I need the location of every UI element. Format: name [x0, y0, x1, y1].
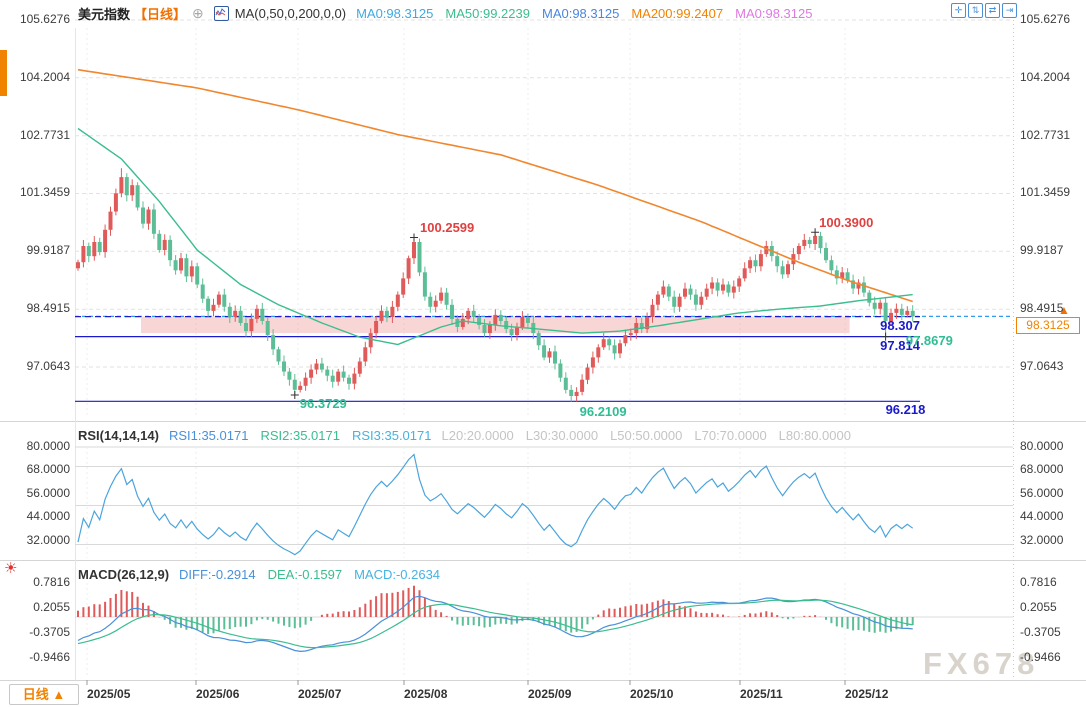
rsi-level-label: L70:70.0000: [694, 428, 766, 443]
macd-axis-left-label: 0.7816: [0, 575, 70, 590]
rsi-level-label: L50:50.0000: [610, 428, 682, 443]
date-label: 2025/05: [87, 687, 130, 701]
price-annotation: 97.8679: [906, 334, 953, 348]
indicator-value: MA0:98.3125: [735, 6, 812, 21]
indicator-value: RSI2:35.0171: [260, 428, 340, 443]
macd-values: DIFF:-0.2914 DEA:-0.1597 MACD:-0.2634: [179, 567, 440, 582]
candles-down: [87, 177, 915, 396]
symbol-title: 美元指数: [78, 4, 130, 23]
date-label: 2025/12: [845, 687, 888, 701]
add-compare-icon[interactable]: ⊕: [192, 5, 204, 22]
period-selector[interactable]: 日线 ▲: [9, 684, 79, 705]
main-axis-right-label: 98.4915: [1020, 301, 1063, 316]
main-axis-left-label: 102.7731: [0, 128, 70, 143]
main-axis-left-label: 104.2004: [0, 70, 70, 85]
chart-toolbar: ✛⇅⇄⇥: [951, 3, 1017, 18]
macd-axis-right-label: 0.2055: [1020, 600, 1057, 615]
price-annotation: 96.218: [886, 403, 926, 417]
main-axis-left-label: 98.4915: [0, 301, 70, 316]
macd-axis-left-label: -0.3705: [0, 625, 70, 640]
date-label: 2025/06: [196, 687, 239, 701]
main-axis-left-label: 101.3459: [0, 185, 70, 200]
last-price-box: 98.3125: [1016, 317, 1080, 334]
period-tag: 【日线】: [134, 4, 186, 23]
date-label: 2025/07: [298, 687, 341, 701]
rsi-level-label: L20:20.0000: [441, 428, 513, 443]
macd-axis-right-label: 0.7816: [1020, 575, 1057, 590]
rsi-axis-left-label: 68.0000: [0, 462, 70, 477]
macd-title: MACD(26,12,9): [78, 567, 169, 582]
macd-header: MACD(26,12,9) DIFF:-0.2914 DEA:-0.1597 MAC…: [78, 567, 440, 582]
date-label: 2025/11: [740, 687, 783, 701]
main-axis-right-label: 97.0643: [1020, 359, 1063, 374]
date-label: 2025/09: [528, 687, 571, 701]
rsi-levels: L20:20.0000 L30:30.0000 L50:50.0000 L70:70.…: [441, 428, 850, 443]
date-label: 2025/10: [630, 687, 673, 701]
macd-axis-left-label: -0.9466: [0, 650, 70, 665]
indicator-value: MA0:98.3125: [542, 6, 619, 21]
indicator-value: MA50:99.2239: [445, 6, 530, 21]
rsi-axis-left-label: 32.0000: [0, 533, 70, 548]
price-annotation: 98.307: [880, 319, 920, 333]
candlestick-canvas[interactable]: [0, 0, 1086, 707]
rsi-axis-right-label: 68.0000: [1020, 462, 1063, 477]
main-axis-left-label: 105.6276: [0, 12, 70, 27]
price-annotation: 100.3900: [819, 216, 873, 230]
rsi-line: [78, 455, 913, 555]
price-annotation: 100.2599: [420, 221, 474, 235]
main-axis-left-label: 97.0643: [0, 359, 70, 374]
rsi-axis-left-label: 56.0000: [0, 486, 70, 501]
indicator-value: MA0:98.3125: [356, 6, 433, 21]
main-axis-right-label: 105.6276: [1020, 12, 1070, 27]
rsi-axis-right-label: 80.0000: [1020, 439, 1063, 454]
main-axis-right-label: 99.9187: [1020, 243, 1063, 258]
main-axis-left-label: 99.9187: [0, 243, 70, 258]
chart-header: 美元指数 【日线】 ⊕ MA(0,50,0,200,0,0) MA0:98.31…: [78, 4, 812, 23]
indicator-value: MA200:99.2407: [631, 6, 723, 21]
rsi-axis-right-label: 32.0000: [1020, 533, 1063, 548]
rsi-title: RSI(14,14,14): [78, 428, 159, 443]
ma-params: MA(0,50,0,200,0,0): [235, 6, 346, 21]
main-axis-right-label: 101.3459: [1020, 185, 1070, 200]
rsi-axis-right-label: 56.0000: [1020, 486, 1063, 501]
x-axis-shift-icon[interactable]: ⇄: [985, 3, 1000, 18]
pan-icon[interactable]: ✛: [951, 3, 966, 18]
macd-histogram-positive: [78, 586, 821, 617]
rsi-values: RSI1:35.0171 RSI2:35.0171 RSI3:35.0171: [169, 428, 432, 443]
main-axis-right-label: 104.2004: [1020, 70, 1070, 85]
price-annotation: 96.2109: [580, 405, 627, 419]
rsi-level-label: L80:80.0000: [779, 428, 851, 443]
rsi-header: RSI(14,14,14) RSI1:35.0171RSI2:35.0171RS…: [78, 428, 851, 443]
price-annotation: 96.3729: [300, 397, 347, 411]
date-label: 2025/08: [404, 687, 447, 701]
indicator-value: RSI1:35.0171: [169, 428, 249, 443]
chart-app: 美元指数 【日线】 ⊕ MA(0,50,0,200,0,0) MA0:98.31…: [0, 0, 1086, 707]
chart-type-icon[interactable]: [214, 6, 229, 21]
macd-histogram-negative: [159, 617, 912, 634]
macd-axis-left-label: 0.2055: [0, 600, 70, 615]
indicator-value: DIFF:-0.2914: [179, 567, 256, 582]
rsi-level-label: L30:30.0000: [526, 428, 598, 443]
y-axis-scale-icon[interactable]: ⇅: [968, 3, 983, 18]
indicator-value: RSI3:35.0171: [352, 428, 432, 443]
rsi-axis-right-label: 44.0000: [1020, 509, 1063, 524]
rsi-axis-left-label: 80.0000: [0, 439, 70, 454]
indicator-value: DEA:-0.1597: [268, 567, 342, 582]
rsi-axis-left-label: 44.0000: [0, 509, 70, 524]
macd-axis-right-label: -0.3705: [1020, 625, 1061, 640]
main-axis-right-label: 102.7731: [1020, 128, 1070, 143]
macd-axis-right-label: -0.9466: [1020, 650, 1061, 665]
indicator-value: MACD:-0.2634: [354, 567, 440, 582]
detach-right-icon[interactable]: ⇥: [1002, 3, 1017, 18]
ma-values: MA0:98.3125 MA50:99.2239 MA0:98.3125 MA200:…: [356, 6, 812, 21]
